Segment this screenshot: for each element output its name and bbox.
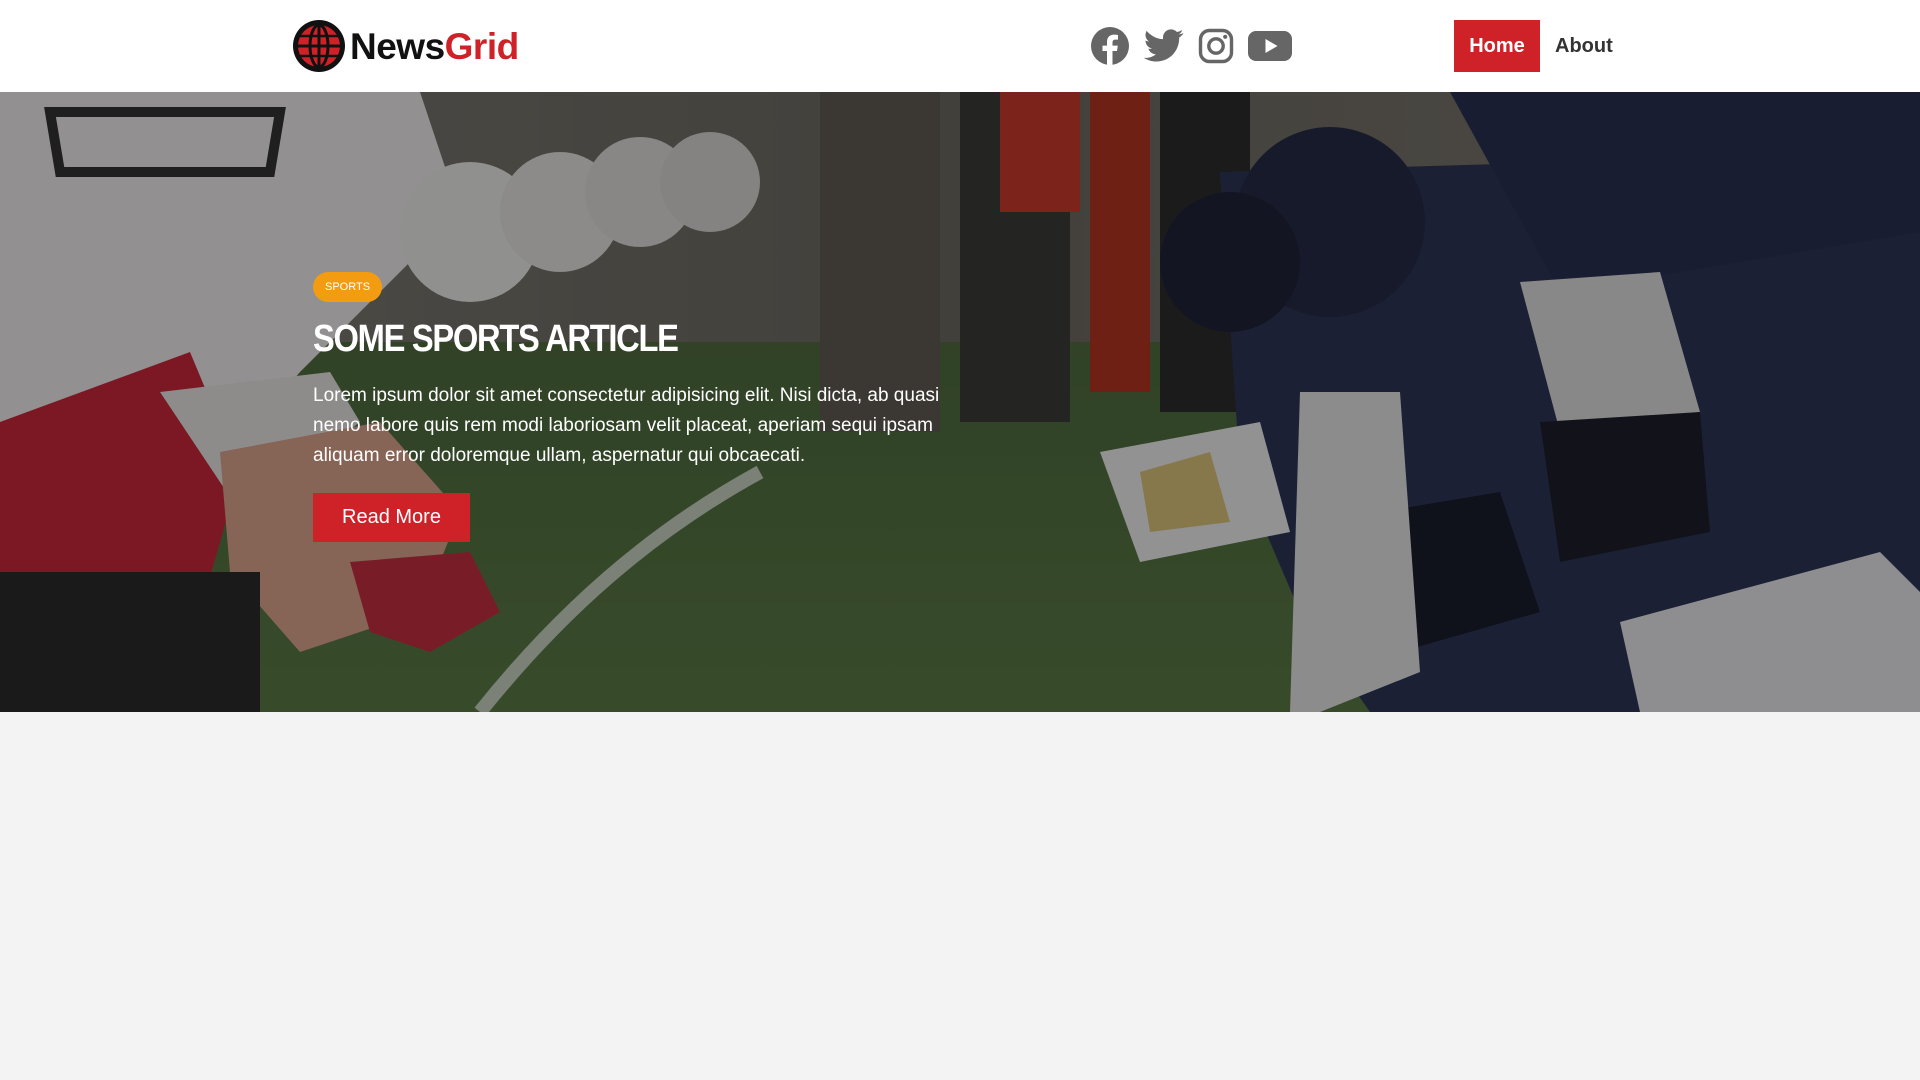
category-badge[interactable]: Sports [313,272,383,302]
social-links [1090,22,1292,70]
hero-section: Sports Some Sports Article Lorem ipsum d… [0,92,1920,712]
instagram-link[interactable] [1198,22,1234,70]
facebook-icon [1091,27,1129,65]
twitter-icon [1144,29,1184,62]
nav-home[interactable]: Home [1454,20,1540,72]
read-more-button[interactable]: Read More [313,493,470,542]
youtube-icon [1248,31,1292,61]
main-nav: Home About [1454,20,1628,72]
facebook-link[interactable] [1090,22,1130,70]
nav-about[interactable]: About [1540,20,1628,72]
article-excerpt: Lorem ipsum dolor sit amet consectetur a… [313,385,940,466]
logo-news-text: News [350,25,445,67]
youtube-link[interactable] [1248,22,1292,70]
hero-content: Sports Some Sports Article Lorem ipsum d… [313,272,973,542]
logo-text: NewsGrid [350,28,519,65]
article-title: Some Sports Article [313,318,679,360]
twitter-link[interactable] [1144,22,1184,70]
site-logo[interactable]: NewsGrid [292,19,519,73]
globe-icon [293,20,345,72]
site-header: NewsGrid Home About [0,0,1920,92]
instagram-icon [1198,28,1234,64]
logo-grid-text: Grid [444,25,520,67]
